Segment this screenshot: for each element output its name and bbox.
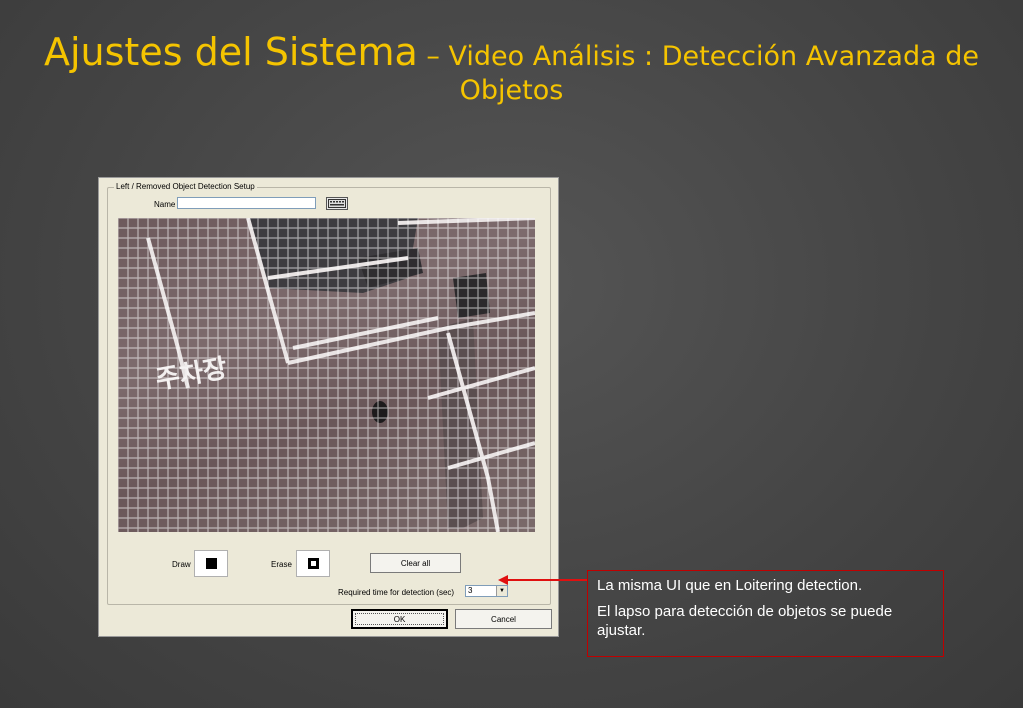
slide-title-main: Ajustes del Sistema (44, 30, 418, 74)
required-time-value: 3 (468, 586, 473, 595)
keyboard-button[interactable] (326, 197, 348, 210)
slide-title-sub2: Objetos (459, 74, 564, 106)
group-label: Left / Removed Object Detection Setup (114, 182, 257, 191)
draw-button[interactable] (194, 550, 228, 577)
erase-button[interactable] (296, 550, 330, 577)
hollow-square-icon (307, 558, 319, 569)
draw-label: Draw (172, 560, 191, 569)
filled-square-icon (205, 558, 217, 569)
keyboard-icon (328, 199, 346, 208)
required-time-label: Required time for detection (sec) (338, 588, 455, 597)
name-input[interactable] (177, 197, 316, 209)
cancel-button[interactable]: Cancel (455, 609, 552, 629)
annotation-callout: La misma UI que en Loitering detection. … (587, 570, 944, 657)
clear-all-button[interactable]: Clear all (370, 553, 461, 573)
slide-title: Ajustes del Sistema – Video Análisis : D… (0, 30, 1023, 107)
name-label: Name (154, 200, 176, 209)
slide-title-sub: – Video Análisis : Detección Avanzada de (417, 41, 979, 72)
camera-view-grid[interactable]: 주차장 (118, 218, 535, 532)
focus-rect (355, 613, 444, 625)
callout-line1: La misma UI que en Loitering detection. (597, 577, 863, 594)
dropdown-arrow-icon[interactable]: ▼ (496, 586, 507, 596)
erase-label: Erase (271, 560, 292, 569)
required-time-select[interactable]: 3 ▼ (465, 585, 508, 597)
grid-lines (118, 218, 535, 532)
callout-line2: El lapso para detección de objetos se pu… (597, 603, 893, 639)
ok-button[interactable]: OK (351, 609, 448, 629)
detection-setup-dialog: Left / Removed Object Detection Setup Na… (98, 177, 559, 637)
detection-grid-overlay[interactable] (118, 218, 535, 532)
detection-setup-group: Left / Removed Object Detection Setup Na… (107, 182, 551, 605)
